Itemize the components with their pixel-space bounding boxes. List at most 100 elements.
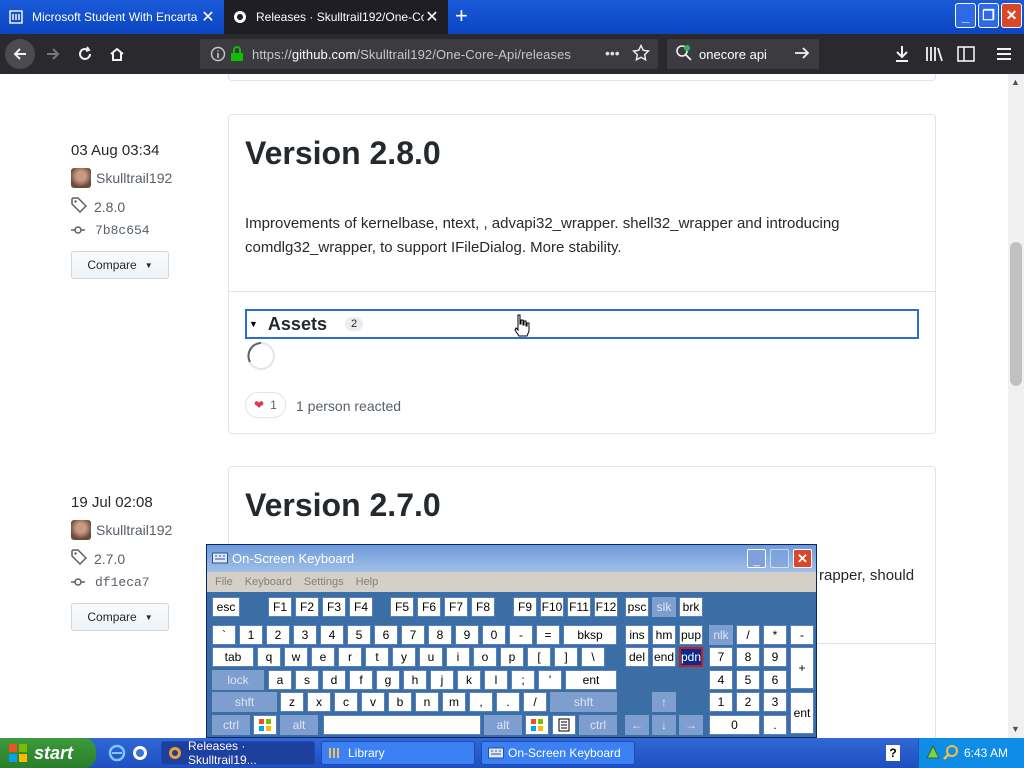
key-num-dot[interactable]: . bbox=[763, 715, 787, 735]
commit-hash[interactable]: df1eca7 bbox=[95, 575, 150, 590]
forward-button[interactable] bbox=[39, 40, 67, 68]
key-row3[interactable]: a bbox=[268, 670, 292, 690]
key-backspace[interactable]: bksp bbox=[563, 625, 617, 645]
key-row1[interactable]: ` bbox=[212, 625, 236, 645]
key-num1[interactable]: 1 bbox=[709, 692, 733, 712]
restore-button[interactable]: ❐ bbox=[978, 3, 999, 28]
tag-label[interactable]: 2.7.0 bbox=[94, 551, 125, 567]
close-icon[interactable]: ✕ bbox=[424, 7, 440, 27]
key-row4[interactable]: m bbox=[442, 692, 466, 712]
key-num9[interactable]: 9 bbox=[763, 647, 787, 667]
key-row3[interactable]: k bbox=[457, 670, 481, 690]
key-num0[interactable]: 0 bbox=[709, 715, 760, 735]
key-row4[interactable]: / bbox=[523, 692, 547, 712]
close-icon[interactable]: ✕ bbox=[200, 7, 216, 27]
key-alt-left[interactable]: alt bbox=[280, 715, 318, 735]
key-ins[interactable]: ins bbox=[625, 625, 649, 645]
key-num4[interactable]: 4 bbox=[709, 670, 733, 690]
key-tab[interactable]: tab bbox=[212, 647, 254, 667]
key-row2[interactable]: u bbox=[419, 647, 443, 667]
key-row2[interactable]: i bbox=[446, 647, 470, 667]
key-num-sub[interactable]: - bbox=[790, 625, 814, 645]
tab-encarta[interactable]: Microsoft Student With Encarta Pr ✕ bbox=[0, 0, 224, 34]
key-shift-right[interactable]: shft bbox=[550, 692, 617, 712]
key-row4[interactable]: . bbox=[496, 692, 520, 712]
key-f9[interactable]: F9 bbox=[513, 597, 537, 617]
key-row2[interactable]: r bbox=[338, 647, 362, 667]
key-row3[interactable]: ' bbox=[538, 670, 562, 690]
browser-quicklaunch-icon[interactable] bbox=[131, 744, 149, 767]
compare-button[interactable]: Compare ▼ bbox=[71, 251, 169, 279]
key-win-left[interactable] bbox=[253, 715, 277, 735]
key-menu[interactable] bbox=[552, 715, 576, 735]
key-ctrl-right[interactable]: ctrl bbox=[579, 715, 617, 735]
tag-row[interactable]: 2.8.0 bbox=[71, 197, 172, 216]
library-button[interactable] bbox=[920, 40, 948, 68]
key-row2[interactable]: q bbox=[257, 647, 281, 667]
key-row4[interactable]: c bbox=[334, 692, 358, 712]
key-row2[interactable]: e bbox=[311, 647, 335, 667]
key-row1[interactable]: 1 bbox=[239, 625, 263, 645]
commit-row[interactable]: df1eca7 bbox=[71, 574, 172, 590]
key-num6[interactable]: 6 bbox=[763, 670, 787, 690]
tab-releases[interactable]: Releases · Skulltrail192/One-Core- ✕ bbox=[224, 0, 448, 34]
key-row2[interactable]: o bbox=[473, 647, 497, 667]
help-icon[interactable]: ? bbox=[886, 745, 900, 761]
search-input[interactable]: onecore api bbox=[699, 47, 767, 62]
osk-minimize-button[interactable]: _ bbox=[747, 549, 766, 568]
key-row3[interactable]: l bbox=[484, 670, 508, 690]
key-row4[interactable]: b bbox=[388, 692, 412, 712]
downloads-button[interactable] bbox=[888, 40, 916, 68]
key-f12[interactable]: F12 bbox=[594, 597, 618, 617]
key-f6[interactable]: F6 bbox=[417, 597, 441, 617]
key-alt-right[interactable]: alt bbox=[484, 715, 522, 735]
key-row3[interactable]: ; bbox=[511, 670, 535, 690]
key-f5[interactable]: F5 bbox=[390, 597, 414, 617]
key-num5[interactable]: 5 bbox=[736, 670, 760, 690]
key-win-right[interactable] bbox=[525, 715, 549, 735]
home-button[interactable] bbox=[103, 40, 131, 68]
scroll-down-icon[interactable]: ▼ bbox=[1011, 724, 1020, 734]
key-row2[interactable]: w bbox=[284, 647, 308, 667]
key-row1[interactable]: 6 bbox=[374, 625, 398, 645]
arrow-right-icon[interactable] bbox=[793, 44, 811, 65]
key-row4[interactable]: x bbox=[307, 692, 331, 712]
key-f10[interactable]: F10 bbox=[540, 597, 564, 617]
release-title[interactable]: Version 2.8.0 bbox=[245, 135, 441, 172]
osk-title-bar[interactable]: On-Screen Keyboard _ ✕ bbox=[207, 545, 816, 572]
scroll-up-icon[interactable]: ▲ bbox=[1011, 77, 1020, 87]
key-row3[interactable]: g bbox=[376, 670, 400, 690]
key-del[interactable]: del bbox=[625, 647, 649, 667]
key-f4[interactable]: F4 bbox=[349, 597, 373, 617]
key-row2[interactable]: ] bbox=[554, 647, 578, 667]
key-f8[interactable]: F8 bbox=[471, 597, 495, 617]
avatar[interactable] bbox=[71, 520, 91, 540]
osk-close-button[interactable]: ✕ bbox=[793, 549, 812, 568]
key-num-enter[interactable]: ent bbox=[790, 692, 814, 734]
key-ctrl-left[interactable]: ctrl bbox=[212, 715, 250, 735]
ie-icon[interactable] bbox=[108, 744, 126, 767]
bookmark-star-icon[interactable] bbox=[631, 43, 651, 65]
url-bar[interactable]: https://github.com/Skulltrail192/One-Cor… bbox=[200, 39, 658, 69]
key-row1[interactable]: 0 bbox=[482, 625, 506, 645]
key-num-mul[interactable]: * bbox=[763, 625, 787, 645]
start-button[interactable]: start bbox=[0, 738, 96, 768]
key-num-plus[interactable]: + bbox=[790, 647, 814, 689]
key-f11[interactable]: F11 bbox=[567, 597, 591, 617]
osk-maximize-button[interactable] bbox=[770, 549, 789, 568]
key-psc[interactable]: psc bbox=[625, 597, 649, 617]
taskbar-item-releases[interactable]: Releases · Skulltrail19... bbox=[161, 739, 315, 767]
key-row1[interactable]: 8 bbox=[428, 625, 452, 645]
commit-row[interactable]: 7b8c654 bbox=[71, 222, 172, 238]
key-f1[interactable]: F1 bbox=[268, 597, 292, 617]
key-enter[interactable]: ent bbox=[565, 670, 617, 690]
key-row4[interactable]: v bbox=[361, 692, 385, 712]
key-row2[interactable]: t bbox=[365, 647, 389, 667]
key-brk[interactable]: brk bbox=[679, 597, 703, 617]
key-num2[interactable]: 2 bbox=[736, 692, 760, 712]
key-row3[interactable]: j bbox=[430, 670, 454, 690]
info-icon[interactable] bbox=[210, 46, 226, 65]
key-row2[interactable]: y bbox=[392, 647, 416, 667]
menu-button[interactable] bbox=[990, 40, 1018, 68]
tag-label[interactable]: 2.8.0 bbox=[94, 199, 125, 215]
